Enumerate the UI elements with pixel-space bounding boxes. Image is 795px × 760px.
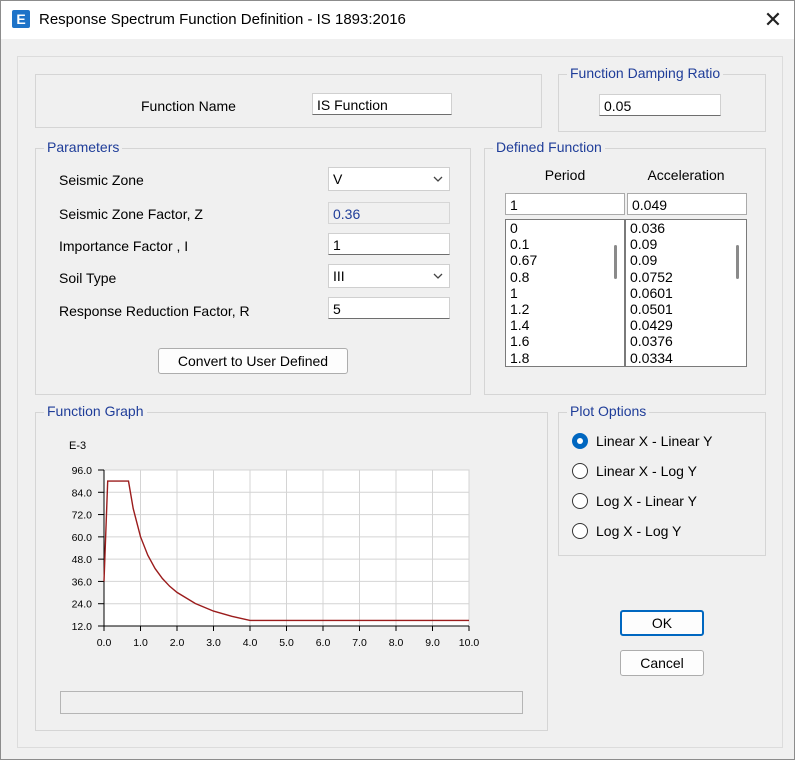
radio-label-log-x-log-y: Log X - Log Y [596, 523, 682, 539]
chevron-down-icon [433, 176, 443, 182]
function-name-group: Function Name IS Function [35, 74, 542, 128]
function-name-input[interactable]: IS Function [312, 93, 452, 115]
etabs-app-icon: E [12, 10, 30, 28]
x-tick-label: 2.0 [170, 637, 185, 649]
period-column-header: Period [544, 167, 586, 183]
acceleration-list-item[interactable]: 0.09 [626, 236, 746, 252]
y-scale-exponent-label: E-3 [69, 440, 86, 452]
radio-log-x-log-y[interactable] [572, 523, 588, 539]
graph-status-bar [60, 691, 523, 714]
current-acceleration-input[interactable]: 0.049 [627, 193, 747, 215]
soil-type-label: Soil Type [59, 270, 117, 286]
y-tick-label: 96.0 [72, 465, 93, 477]
damping-group-title: Function Damping Ratio [567, 65, 724, 81]
radio-linear-x-log-y[interactable] [572, 463, 588, 479]
seismic-zone-label: Seismic Zone [59, 172, 144, 188]
x-tick-label: 3.0 [206, 637, 221, 649]
x-tick-label: 5.0 [279, 637, 294, 649]
reduction-factor-input[interactable]: 5 [328, 297, 450, 319]
period-list-item[interactable]: 1.2 [506, 301, 624, 317]
convert-to-user-defined-button[interactable]: Convert to User Defined [158, 348, 348, 374]
soil-type-select[interactable]: III [328, 264, 450, 288]
radio-log-x-linear-y[interactable] [572, 493, 588, 509]
seismic-zone-value: V [333, 171, 343, 187]
radio-label-linear-x-log-y: Linear X - Log Y [596, 463, 697, 479]
period-list-item[interactable]: 0 [506, 220, 624, 236]
y-tick-label: 24.0 [72, 599, 93, 611]
soil-type-value: III [333, 268, 345, 284]
period-list-item[interactable]: 1 [506, 285, 624, 301]
importance-factor-input[interactable]: 1 [328, 233, 450, 255]
period-rows: 0 0.1 0.67 0.8 1 1.2 1.4 1.6 1.8 [506, 220, 624, 366]
acceleration-column-header: Acceleration [647, 167, 725, 183]
y-tick-label: 12.0 [72, 621, 93, 633]
dialog-client-area: Function Name IS Function Function Dampi… [17, 56, 783, 748]
acceleration-list-item[interactable]: 0.0601 [626, 285, 746, 301]
y-tick-label: 72.0 [72, 510, 93, 522]
y-tick-label: 48.0 [72, 554, 93, 566]
acceleration-scrollbar-thumb[interactable] [736, 245, 739, 279]
title-bar: E Response Spectrum Function Definition … [1, 1, 794, 39]
acceleration-rows: 0.036 0.09 0.09 0.0752 0.0601 0.0501 0.0429 0.0… [626, 220, 746, 366]
x-tick-label: 4.0 [243, 637, 258, 649]
zone-factor-label: Seismic Zone Factor, Z [59, 206, 203, 222]
plot-options-group: Plot Options Linear X - Linear Y Linear … [558, 403, 766, 556]
reduction-factor-label: Response Reduction Factor, R [59, 303, 250, 319]
period-list-item[interactable]: 1.4 [506, 317, 624, 333]
x-tick-label: 8.0 [389, 637, 404, 649]
period-list-item[interactable]: 1.6 [506, 333, 624, 349]
seismic-zone-select[interactable]: V [328, 167, 450, 191]
x-tick-label: 0.0 [97, 637, 112, 649]
defined-function-group-title: Defined Function [493, 139, 605, 155]
close-button[interactable]: ✕ [758, 6, 788, 34]
cancel-button[interactable]: Cancel [620, 650, 704, 676]
window-title: Response Spectrum Function Definition - … [39, 11, 406, 28]
x-tick-label: 10.0 [459, 637, 480, 649]
period-scrollbar-thumb[interactable] [614, 245, 617, 279]
period-list[interactable]: 0 0.1 0.67 0.8 1 1.2 1.4 1.6 1.8 [505, 219, 625, 367]
acceleration-list-item[interactable]: 0.036 [626, 220, 746, 236]
function-graph-chart: E-3 0.0 1.0 2.0 3.0 4.0 5.0 6.0 7.0 8.0 9.0 10.0 12… [69, 440, 480, 649]
parameters-group: Parameters Seismic Zone V Seismic Zone F… [35, 139, 471, 395]
period-list-item[interactable]: 1.8 [506, 350, 624, 366]
radio-label-log-x-linear-y: Log X - Linear Y [596, 493, 697, 509]
x-tick-label: 7.0 [352, 637, 367, 649]
acceleration-list-item[interactable]: 0.0429 [626, 317, 746, 333]
damping-group: Function Damping Ratio 0.05 [558, 65, 766, 132]
x-tick-label: 9.0 [425, 637, 440, 649]
radio-linear-x-linear-y[interactable] [572, 433, 588, 449]
parameters-group-title: Parameters [44, 139, 123, 155]
acceleration-list-item[interactable]: 0.0752 [626, 269, 746, 285]
current-period-input[interactable]: 1 [505, 193, 625, 215]
zone-factor-field: 0.36 [328, 202, 450, 224]
acceleration-list[interactable]: 0.036 0.09 0.09 0.0752 0.0601 0.0501 0.0429 0.0… [625, 219, 747, 367]
acceleration-list-item[interactable]: 0.0376 [626, 333, 746, 349]
y-tick-label: 60.0 [72, 532, 93, 544]
x-tick-label: 6.0 [316, 637, 331, 649]
acceleration-list-item[interactable]: 0.09 [626, 252, 746, 268]
acceleration-list-item[interactable]: 0.0334 [626, 350, 746, 366]
period-list-item[interactable]: 0.8 [506, 269, 624, 285]
acceleration-list-item[interactable]: 0.0501 [626, 301, 746, 317]
damping-ratio-input[interactable]: 0.05 [599, 94, 721, 116]
y-tick-label: 84.0 [72, 487, 93, 499]
ok-button[interactable]: OK [620, 610, 704, 636]
period-list-item[interactable]: 0.67 [506, 252, 624, 268]
period-list-item[interactable]: 0.1 [506, 236, 624, 252]
dialog-window: E Response Spectrum Function Definition … [0, 0, 795, 760]
radio-label-linear-x-linear-y: Linear X - Linear Y [596, 433, 713, 449]
defined-function-group: Defined Function Period Acceleration 1 0… [484, 139, 766, 395]
x-tick-label: 1.0 [133, 637, 148, 649]
plot-options-group-title: Plot Options [567, 403, 650, 419]
chevron-down-icon [433, 273, 443, 279]
y-tick-label: 36.0 [72, 576, 93, 588]
function-name-label: Function Name [141, 98, 236, 114]
importance-factor-label: Importance Factor , I [59, 238, 189, 254]
function-graph-group: Function Graph E-3 0.0 1.0 2.0 3.0 4.0 5.0 6.0… [35, 403, 548, 731]
